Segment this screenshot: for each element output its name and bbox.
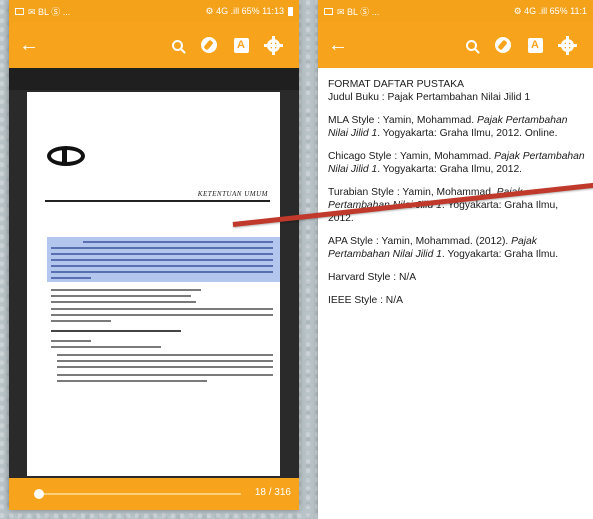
chapter-title: KETENTUAN UMUM	[197, 190, 268, 198]
compass-button[interactable]	[487, 37, 519, 53]
page-indicator: 18 / 316	[254, 487, 291, 498]
publisher-logo	[47, 146, 85, 166]
back-arrow-icon[interactable]: ←	[19, 34, 49, 57]
gear-icon	[263, 35, 283, 55]
selected-text-highlight[interactable]	[47, 237, 280, 282]
ieee-citation: IEEE Style : N/A	[328, 295, 403, 306]
mail-icon	[324, 7, 333, 15]
document-page[interactable]: KETENTUAN UMUM	[27, 92, 280, 476]
mail-icon	[15, 7, 24, 15]
page-slider-handle[interactable]	[34, 489, 45, 499]
apa-citation: APA Style : Yamin, Mohammad. (2012). Paj…	[328, 236, 559, 260]
status-left: ✉ BL Ⓢ ...	[28, 6, 71, 17]
citation-screen: ✉ BL Ⓢ ... ⚙ 4G .ill 65% 11:1 ← A FORMAT…	[318, 0, 593, 519]
status-left: ✉ BL Ⓢ ...	[337, 6, 380, 17]
search-icon	[171, 39, 183, 51]
battery-icon	[288, 6, 293, 16]
back-arrow-icon[interactable]: ←	[328, 34, 358, 57]
app-bar: ← A	[9, 22, 299, 68]
status-right: ⚙ 4G .ill 65% 11:1	[513, 5, 587, 16]
settings-button[interactable]	[551, 35, 583, 55]
compass-button[interactable]	[193, 37, 225, 53]
toolbar-shadow	[9, 68, 299, 90]
search-icon	[465, 39, 477, 51]
status-right: ⚙ 4G .ill 65% 11:13	[205, 5, 284, 16]
citation-heading: FORMAT DAFTAR PUSTAKA	[328, 79, 464, 90]
page-navigation-bar: 18 / 316	[9, 478, 299, 510]
book-title-line: Judul Buku : Pajak Pertambahan Nilai Jil…	[328, 92, 531, 103]
status-bar: ✉ BL Ⓢ ... ⚙ 4G .ill 65% 11:1	[318, 0, 593, 22]
font-icon: A	[233, 37, 249, 53]
search-button[interactable]	[161, 39, 193, 51]
app-bar: ← A	[318, 22, 593, 68]
mla-citation: MLA Style : Yamin, Mohammad. Pajak Perta…	[328, 115, 568, 139]
chicago-citation: Chicago Style : Yamin, Mohammad. Pajak P…	[328, 151, 585, 175]
gear-icon	[557, 35, 577, 55]
compass-icon	[201, 37, 217, 53]
pdf-reader-screen: ✉ BL Ⓢ ... ⚙ 4G .ill 65% 11:13 ← A KETEN…	[9, 0, 299, 510]
font-button[interactable]: A	[225, 37, 257, 53]
status-bar: ✉ BL Ⓢ ... ⚙ 4G .ill 65% 11:13	[9, 0, 299, 22]
title-rule	[45, 200, 270, 202]
search-button[interactable]	[455, 39, 487, 51]
page-slider[interactable]	[35, 493, 241, 495]
settings-button[interactable]	[257, 35, 289, 55]
harvard-citation: Harvard Style : N/A	[328, 272, 417, 283]
compass-icon	[495, 37, 511, 53]
font-icon: A	[527, 37, 543, 53]
font-button[interactable]: A	[519, 37, 551, 53]
